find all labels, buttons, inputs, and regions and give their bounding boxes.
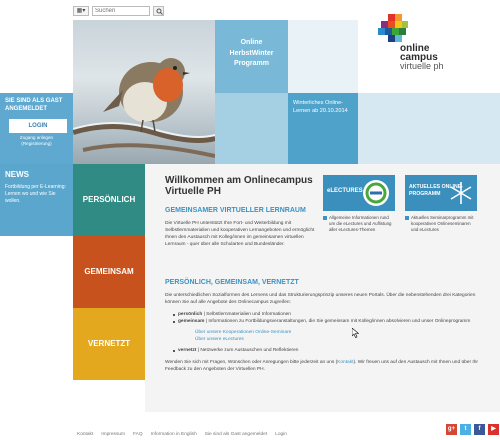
footer-link-english[interactable]: Information in English xyxy=(151,432,197,437)
footer-link-impressum[interactable]: Impressum xyxy=(101,432,125,437)
news-text[interactable]: Fortbildung per E-Learning: Lernen wo un… xyxy=(5,184,68,205)
electures-caption: Allgemeine Informationen rund um die eLe… xyxy=(323,215,395,233)
list-item-text: | Netzwerke zum Austauschen und Reflekti… xyxy=(196,348,299,353)
news-panel: NEWS Fortbildung per E-Learning: Lernen … xyxy=(0,164,73,236)
list-item: gemeinsam | Informationen zu Fortbildung… xyxy=(173,318,482,343)
footer-guest-status: Sie sind als Gast angemeldet xyxy=(204,432,268,437)
footer-links: Kontakt Impressum FAQ Information in Eng… xyxy=(77,432,287,437)
decor-tile xyxy=(215,93,288,164)
category-vernetzt[interactable]: VERNETZT xyxy=(73,308,145,380)
category-list: persönlich | Selbstlernmaterialien und I… xyxy=(173,311,482,354)
closing-text-a: Wenden Sie sich mit Fragen, Wünschen ode… xyxy=(165,360,338,365)
facebook-icon[interactable]: f xyxy=(474,424,485,435)
onlinecampus-logo[interactable]: online campus virtuelle ph xyxy=(378,14,488,76)
section-text-lernraum: Die Virtuelle PH unterstützt Ihre Fort- … xyxy=(165,221,315,247)
online-program-tile[interactable]: Online HerbstWinter Programm xyxy=(215,20,288,93)
mouse-cursor-icon xyxy=(352,328,359,338)
footer-link-kontakt[interactable]: Kontakt xyxy=(77,432,93,437)
login-button[interactable]: LOGIN xyxy=(9,119,67,133)
list-item: persönlich | Selbstlernmaterialien und I… xyxy=(173,311,482,318)
online-program-card[interactable]: AKTUELLES ONLINE-PROGRAMM Aktuelles Semi… xyxy=(405,175,477,233)
footer-link-faq[interactable]: FAQ xyxy=(133,432,143,437)
section-title-lernraum: GEMEINSAMER VIRTUELLER LERNRAUM xyxy=(165,207,306,214)
online-program-banner[interactable]: AKTUELLES ONLINE-PROGRAMM xyxy=(405,175,477,211)
search-icon xyxy=(156,8,163,15)
social-links: g+ t f ▶ xyxy=(446,424,499,435)
page-title: Willkommen am Onlinecampus Virtuelle PH xyxy=(165,175,313,197)
hero-image-robin xyxy=(73,20,215,164)
electures-banner-title: eLECTURES xyxy=(327,188,363,194)
list-item-term: vernetzt xyxy=(178,348,197,353)
list-item: vernetzt | Netzwerke zum Austauschen und… xyxy=(173,347,482,354)
category-persoenlich[interactable]: PERSÖNLICH xyxy=(73,164,145,236)
news-title: NEWS xyxy=(5,170,29,179)
main-intro: Willkommen am Onlinecampus Virtuelle PH … xyxy=(165,175,315,248)
decor-tile xyxy=(358,93,500,164)
footer-link-login[interactable]: Login xyxy=(275,432,287,437)
guest-status: SIE SIND ALS GAST ANGEMELDET xyxy=(5,98,63,112)
online-program-title: Online HerbstWinter Programm xyxy=(229,39,274,67)
guest-panel: SIE SIND ALS GAST ANGEMELDET LOGIN Zugan… xyxy=(0,93,73,164)
search-button[interactable] xyxy=(153,6,164,16)
search-input[interactable] xyxy=(92,6,150,16)
list-item-term: persönlich xyxy=(178,312,203,317)
logo-text-virtuelle-ph: virtuelle ph xyxy=(400,61,444,71)
bullet-square-icon xyxy=(405,216,409,220)
top-bar: ▦▾ xyxy=(73,6,164,16)
list-item-text: | Informationen zu Fortbildungsveranstal… xyxy=(204,319,471,324)
electures-banner[interactable]: eLECTURES xyxy=(323,175,395,211)
electures-link[interactable]: Über unsere eLectures xyxy=(190,336,482,343)
logo-squares-icon xyxy=(378,14,408,42)
google-plus-icon[interactable]: g+ xyxy=(446,424,457,435)
youtube-icon[interactable]: ▶ xyxy=(488,424,499,435)
bullet-square-icon xyxy=(323,216,327,220)
flag-icon[interactable]: ▦▾ xyxy=(73,6,89,16)
sub-link-list: Über unsere Kooperationen Online-Seminar… xyxy=(190,329,482,343)
list-item-term: gemeinsam xyxy=(178,319,205,324)
register-link[interactable]: Zugang anlegen (Registrierung) xyxy=(5,135,68,147)
decor-tile xyxy=(288,20,358,93)
electures-caption-text[interactable]: Allgemeine Informationen rund um die eLe… xyxy=(329,215,395,233)
electures-logo-icon xyxy=(363,180,389,206)
list-item-text: | Selbstlernmaterialien und Informatione… xyxy=(202,312,291,317)
online-program-caption-text[interactable]: Aktuelles Seminarprogramm mit kooperativ… xyxy=(411,215,477,233)
category-gemeinsam[interactable]: GEMEINSAM xyxy=(73,236,145,308)
contact-link[interactable]: Kontakt xyxy=(337,360,353,365)
online-program-caption: Aktuelles Seminarprogramm mit kooperativ… xyxy=(405,215,477,233)
electures-card[interactable]: eLECTURES Allgemeine Informationen rund … xyxy=(323,175,395,233)
snowflake-icon xyxy=(450,182,472,204)
section-title-structure: PERSÖNLICH, GEMEINSAM, VERNETZT xyxy=(165,279,299,286)
seminare-link[interactable]: Über unsere Kooperationen Online-Seminar… xyxy=(190,329,482,336)
section-text-structure: Die unterschiedlichen Sozialformen des L… xyxy=(165,293,476,305)
winter-learning-tile[interactable]: Winterliches Online-Lernen ab 20.10.2014 xyxy=(288,93,358,164)
twitter-icon[interactable]: t xyxy=(460,424,471,435)
main-structure: PERSÖNLICH, GEMEINSAM, VERNETZT Die unte… xyxy=(165,279,482,373)
closing-text: Wenden Sie sich mit Fragen, Wünschen ode… xyxy=(165,359,482,373)
winter-learning-text: Winterliches Online-Lernen ab 20.10.2014 xyxy=(293,100,348,114)
